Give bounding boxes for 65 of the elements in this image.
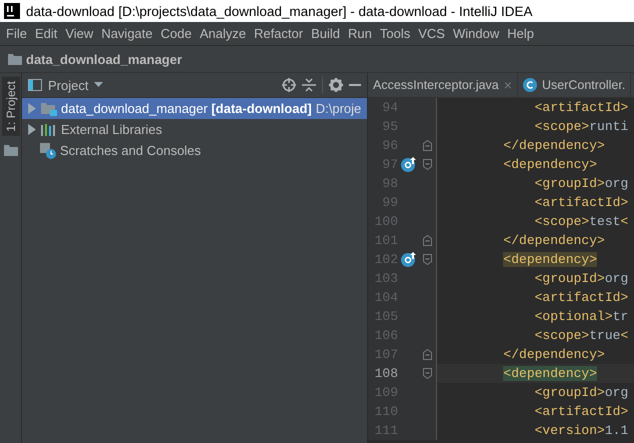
locate-icon[interactable] bbox=[282, 78, 296, 92]
breadcrumb[interactable]: data_download_manager bbox=[26, 52, 182, 66]
code-line: <artifactId> bbox=[534, 290, 628, 305]
menu-item[interactable]: Build bbox=[307, 26, 344, 41]
code-line: <dependency> bbox=[502, 157, 598, 172]
class-icon bbox=[522, 78, 537, 92]
tree-item[interactable]: External Libraries bbox=[22, 119, 367, 140]
menu-item[interactable]: Code bbox=[156, 26, 196, 41]
fold-icon[interactable] bbox=[422, 368, 432, 379]
editor-tab[interactable]: AccessInterceptor.java × bbox=[368, 73, 518, 97]
code-line: <optional>tr bbox=[534, 309, 628, 324]
menu-item[interactable]: Tools bbox=[376, 26, 414, 41]
code-line: <groupId>org bbox=[534, 176, 628, 191]
menu-item[interactable]: Run bbox=[344, 26, 376, 41]
dropdown-icon[interactable] bbox=[94, 82, 104, 88]
fold-icon[interactable] bbox=[422, 254, 432, 265]
code-line: </dependency> bbox=[502, 138, 605, 153]
folder-icon bbox=[8, 53, 22, 65]
window-title: data-download [D:\projects\data_download_manager] - data-download - IntelliJ IDEA bbox=[26, 4, 533, 18]
code-line: </dependency> bbox=[502, 347, 605, 362]
menu-item[interactable]: Refactor bbox=[250, 26, 308, 41]
tool-window-tab[interactable]: 1: Project bbox=[2, 77, 20, 136]
project-view-icon bbox=[28, 79, 42, 91]
fold-icon[interactable] bbox=[422, 235, 432, 246]
code-line: <artifactId> bbox=[534, 404, 628, 419]
module-path: D:\proje bbox=[316, 101, 362, 116]
library-icon bbox=[41, 124, 57, 136]
menu-item[interactable]: Navigate bbox=[97, 26, 157, 41]
editor-tab[interactable]: UserController. bbox=[518, 73, 632, 97]
tree-item-label: External Libraries bbox=[61, 122, 162, 137]
code-line: <version>1.1 bbox=[534, 423, 628, 438]
minimize-icon[interactable] bbox=[349, 84, 361, 86]
app-logo-icon bbox=[4, 3, 20, 19]
fold-icon[interactable] bbox=[422, 349, 432, 360]
override-marker-icon[interactable] bbox=[401, 252, 417, 267]
panel-title[interactable]: Project bbox=[48, 78, 88, 92]
tree-item-label: data_download_manager [data-download] bbox=[61, 101, 312, 116]
fold-icon[interactable] bbox=[422, 159, 432, 170]
override-marker-icon[interactable] bbox=[401, 157, 417, 172]
folder-icon bbox=[4, 144, 18, 156]
tree-item[interactable]: Scratches and Consoles bbox=[22, 140, 367, 161]
menu-item[interactable]: View bbox=[61, 26, 98, 41]
tree-item[interactable]: data_download_manager [data-download] D:\proje bbox=[22, 98, 367, 119]
tree-item-label: Scratches and Consoles bbox=[60, 143, 201, 158]
code-line: <artifactId> bbox=[534, 195, 628, 210]
menu-item[interactable]: VCS bbox=[414, 26, 449, 41]
menu-item[interactable]: Help bbox=[503, 26, 538, 41]
code-line: <scope>true< bbox=[534, 328, 628, 343]
code-line: <scope>runti bbox=[534, 119, 628, 134]
collapse-all-icon[interactable] bbox=[302, 78, 316, 92]
fold-icon[interactable] bbox=[422, 140, 432, 151]
code-line: <groupId>org bbox=[534, 271, 628, 286]
scratches-icon bbox=[40, 142, 56, 158]
settings-icon[interactable] bbox=[329, 78, 343, 92]
line-number: 108 bbox=[374, 366, 398, 381]
module-folder-icon bbox=[41, 102, 57, 116]
code-line: <scope>test< bbox=[534, 214, 628, 229]
menu-item[interactable]: Window bbox=[448, 26, 504, 41]
code-line: </dependency> bbox=[502, 233, 605, 248]
menu-item[interactable]: Analyze bbox=[196, 26, 250, 41]
code-line: <groupId>org bbox=[534, 385, 628, 400]
expand-arrow-icon[interactable] bbox=[26, 124, 37, 135]
menu-item[interactable]: File bbox=[2, 26, 31, 41]
code-line: <artifactId> bbox=[534, 100, 628, 115]
menu-item[interactable]: Edit bbox=[30, 26, 62, 41]
